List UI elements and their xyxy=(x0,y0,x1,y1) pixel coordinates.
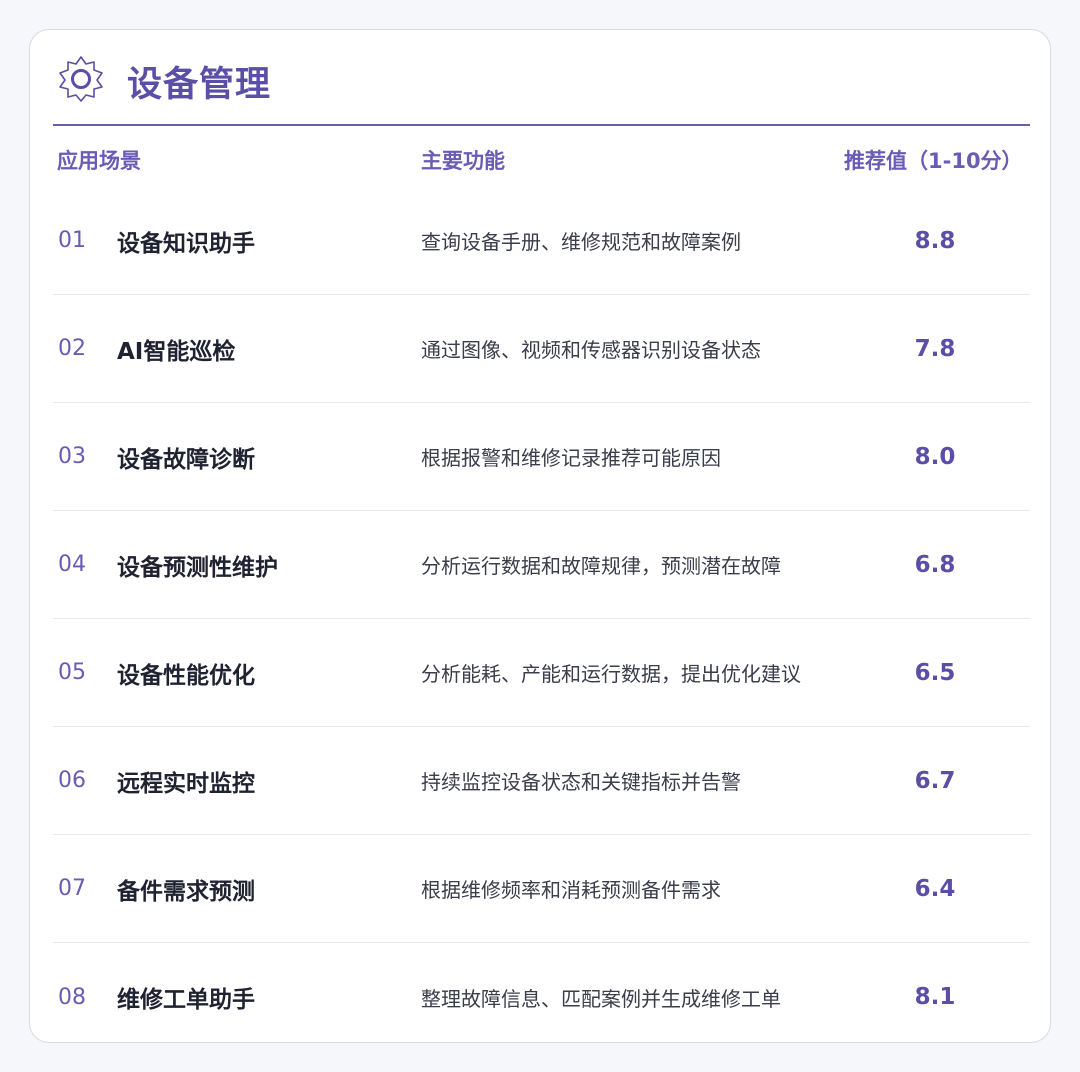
table-row: 08 维修工单助手 整理故障信息、匹配案例并生成维修工单 8.1 xyxy=(53,943,1030,1051)
table-row: 05 设备性能优化 分析能耗、产能和运行数据，提出优化建议 6.5 xyxy=(53,619,1030,727)
row-number: 05 xyxy=(58,660,86,685)
row-number: 02 xyxy=(58,336,86,361)
gear-icon xyxy=(59,56,103,102)
scenario-name: 维修工单助手 xyxy=(117,987,255,1013)
row-number: 06 xyxy=(58,768,86,793)
page-title: 设备管理 xyxy=(127,65,272,105)
scenario-name: 设备预测性维护 xyxy=(117,554,278,581)
table-row: 04 设备预测性维护 分析运行数据和故障规律，预测潜在故障 6.8 xyxy=(53,511,1030,619)
function-description: 整理故障信息、匹配案例并生成维修工单 xyxy=(421,986,781,1011)
scenario-name: 远程实时监控 xyxy=(117,770,255,797)
row-number: 04 xyxy=(58,552,86,577)
column-header-scenario: 应用场景 xyxy=(57,149,141,173)
scenario-name: AI智能巡检 xyxy=(117,338,236,365)
scenario-name: 设备性能优化 xyxy=(117,662,255,689)
function-description: 查询设备手册、维修规范和故障案例 xyxy=(421,230,741,254)
scenario-name: 设备知识助手 xyxy=(117,230,255,257)
row-number: 01 xyxy=(58,228,86,253)
equipment-management-card: 设备管理 应用场景 主要功能 推荐值（1-10分） 01 设备知识助手 查询设备… xyxy=(29,29,1051,1043)
table-row: 02 AI智能巡检 通过图像、视频和传感器识别设备状态 7.8 xyxy=(53,295,1030,403)
scenario-name: 设备故障诊断 xyxy=(117,446,255,473)
table-row: 01 设备知识助手 查询设备手册、维修规范和故障案例 8.8 xyxy=(53,187,1030,295)
column-header-function: 主要功能 xyxy=(421,149,505,173)
table-row: 03 设备故障诊断 根据报警和维修记录推荐可能原因 8.0 xyxy=(53,403,1030,511)
function-description: 根据报警和维修记录推荐可能原因 xyxy=(421,446,721,470)
row-number: 03 xyxy=(58,444,86,469)
recommendation-score: 6.7 xyxy=(914,767,956,794)
function-description: 根据维修频率和消耗预测备件需求 xyxy=(421,878,721,902)
recommendation-score: 8.8 xyxy=(914,227,956,254)
recommendation-score: 6.5 xyxy=(914,659,956,686)
function-description: 分析能耗、产能和运行数据，提出优化建议 xyxy=(421,662,801,686)
recommendation-score: 8.0 xyxy=(914,443,956,470)
scenario-name: 备件需求预测 xyxy=(117,878,255,905)
function-description: 分析运行数据和故障规律，预测潜在故障 xyxy=(421,554,781,578)
table-row: 07 备件需求预测 根据维修频率和消耗预测备件需求 6.4 xyxy=(53,835,1030,943)
row-number: 07 xyxy=(58,876,86,901)
function-description: 通过图像、视频和传感器识别设备状态 xyxy=(421,338,761,362)
recommendation-score: 8.1 xyxy=(914,984,956,1010)
table-row: 06 远程实时监控 持续监控设备状态和关键指标并告警 6.7 xyxy=(53,727,1030,835)
card-header: 设备管理 xyxy=(53,50,1030,126)
row-number: 08 xyxy=(58,984,86,1010)
function-description: 持续监控设备状态和关键指标并告警 xyxy=(421,770,741,794)
recommendation-score: 6.8 xyxy=(914,551,956,578)
recommendation-score: 6.4 xyxy=(914,875,956,902)
column-header-score: 推荐值（1-10分） xyxy=(844,149,1023,173)
recommendation-score: 7.8 xyxy=(914,335,956,362)
